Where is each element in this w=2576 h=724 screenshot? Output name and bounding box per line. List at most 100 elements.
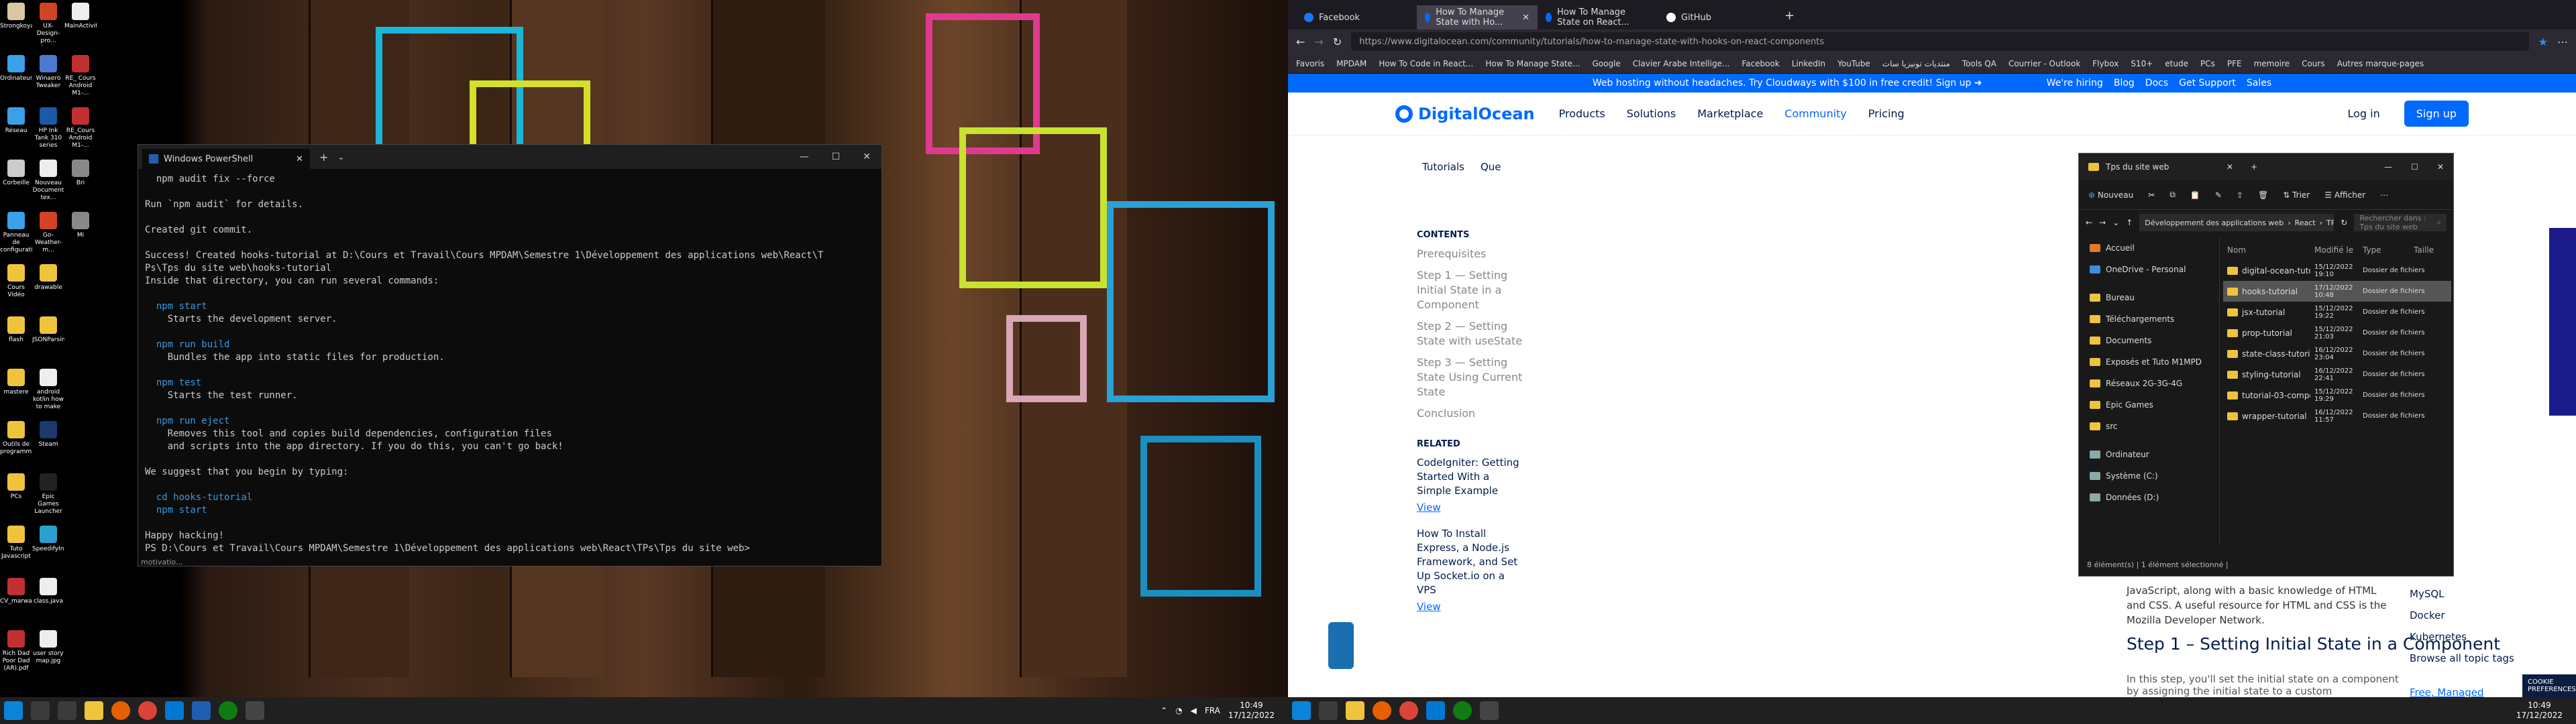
close-icon[interactable]: ✕	[863, 152, 871, 162]
sidebar-item[interactable]: Données (D:)	[2079, 487, 2219, 508]
bookmark-item[interactable]: How To Code in React...	[1379, 59, 1473, 68]
task-view-icon[interactable]	[1319, 701, 1338, 720]
promo-link[interactable]: Get Support	[2179, 78, 2236, 88]
promo-link[interactable]: Blog	[2114, 78, 2135, 88]
nav-item[interactable]: Pricing	[1868, 107, 1904, 120]
promo-text[interactable]: Web hosting without headaches. Try Cloud…	[1593, 78, 1982, 88]
view-button[interactable]: ☰ Afficher	[2324, 190, 2365, 200]
bookmark-item[interactable]: Clavier Arabe Intellige...	[1633, 59, 1730, 68]
subnav-tutorials[interactable]: Tutorials	[1422, 161, 1464, 173]
clock-right[interactable]: 10:49 17/12/2022	[2516, 701, 2576, 721]
desktop-icon[interactable]: MainActivity.java	[64, 3, 97, 30]
minimize-icon[interactable]: —	[2384, 162, 2392, 172]
close-icon[interactable]: ✕	[296, 154, 303, 164]
maximize-icon[interactable]: ☐	[832, 152, 841, 162]
close-icon[interactable]: ✕	[2226, 162, 2233, 172]
bookmark-item[interactable]: Flybox	[2092, 59, 2118, 68]
back-icon[interactable]: ←	[1296, 36, 1305, 48]
wifi-icon[interactable]: ◔	[1175, 706, 1182, 715]
desktop-icon[interactable]: SpeedifyInstall...	[32, 526, 64, 553]
sidebar-item[interactable]: Documents	[2079, 330, 2219, 351]
terminal-icon[interactable]	[1480, 701, 1499, 720]
vscode-icon[interactable]	[165, 701, 184, 720]
desktop-icon[interactable]: user story map.jpg	[32, 630, 64, 665]
bookmark-item[interactable]: memoire	[2254, 59, 2290, 68]
delete-icon[interactable]: 🗑	[2258, 190, 2268, 200]
desktop-icon[interactable]: Winaero Tweaker	[32, 55, 64, 90]
path-bar[interactable]: Développement des applications web › React…	[2139, 214, 2334, 231]
bookmark-item[interactable]: PFE	[2227, 59, 2242, 68]
file-row[interactable]: state-class-tutorial 16/12/2022 23:04 Doss…	[2223, 343, 2451, 364]
terminal-output[interactable]: npm audit fix --force Run `npm audit` fo…	[138, 169, 881, 559]
file-explorer-icon[interactable]	[85, 701, 103, 720]
powershell-taskbar-icon[interactable]	[246, 701, 264, 720]
bookmark-item[interactable]: YouTube	[1837, 59, 1870, 68]
file-explorer-icon[interactable]	[1346, 701, 1364, 720]
sidebar-item[interactable]: Accueil	[2079, 237, 2219, 259]
desktop-icon[interactable]: Tuto Javascript	[0, 526, 32, 560]
bookmark-item[interactable]: Google	[1592, 59, 1620, 68]
related-view-link[interactable]: View	[1417, 600, 1524, 614]
desktop-icon[interactable]: drawable	[32, 264, 64, 292]
desktop-icon[interactable]: Rich Dad Poor Dad (AR).pdf	[0, 630, 32, 672]
new-button[interactable]: ⊕ Nouveau	[2088, 190, 2133, 200]
file-explorer-window[interactable]: Tps du site web ✕ + — ☐ ✕ ⊕ Nouveau ✂ ⧉ …	[2078, 153, 2454, 577]
bookmark-item[interactable]: Favoris	[1296, 59, 1324, 68]
chrome-icon[interactable]	[138, 701, 157, 720]
desktop-icon[interactable]: JSONParsingE...	[32, 316, 64, 344]
desktop-icon[interactable]: Outils de programmation	[0, 421, 32, 456]
cut-icon[interactable]: ✂	[2148, 190, 2155, 200]
desktop-icon[interactable]: RE_ Cours Android M1-...	[64, 55, 97, 97]
path-segment[interactable]: TPs	[2326, 219, 2334, 227]
do-logo[interactable]: DigitalOcean	[1395, 105, 1535, 123]
sidebar-item[interactable]: Bureau	[2079, 287, 2219, 308]
xbox-icon[interactable]	[219, 701, 237, 720]
bookmark-item[interactable]: منتديات تونيزيا سات	[1882, 59, 1950, 68]
nav-item[interactable]: Solutions	[1627, 107, 1676, 120]
new-tab-icon[interactable]: +	[1784, 9, 1794, 23]
forward-icon[interactable]: →	[2099, 218, 2106, 227]
firefox-icon[interactable]	[111, 701, 130, 720]
sidebar-item[interactable]: OneDrive - Personal	[2079, 259, 2219, 280]
file-row[interactable]: styling-tutorial 16/12/2022 22:41 Dossier …	[2223, 364, 2451, 385]
desktop-icon[interactable]: HP Ink Tank 310 series	[32, 107, 64, 149]
related-title[interactable]: How To Install Express, a Node.js Framew…	[1417, 527, 1524, 597]
login-link[interactable]: Log in	[2347, 107, 2379, 120]
bookmark-item[interactable]: Courrier - Outlook	[2008, 59, 2080, 68]
windows-start-icon[interactable]	[1292, 701, 1311, 720]
desktop-icon[interactable]: Réseau	[0, 107, 32, 135]
bookmark-item[interactable]: Tools QA	[1962, 59, 1996, 68]
bookmark-item[interactable]: MPDAM	[1336, 59, 1366, 68]
share-icon[interactable]: ⇪	[2237, 190, 2243, 200]
path-segment[interactable]: React	[2295, 219, 2316, 227]
bookmark-item[interactable]: Cours	[2302, 59, 2325, 68]
desktop-icon[interactable]: Epic Games Launcher	[32, 473, 64, 516]
volume-icon[interactable]: ◀	[1191, 706, 1197, 715]
firefox-icon[interactable]	[1373, 701, 1391, 720]
file-row[interactable]: jsx-tutorial 15/12/2022 19:22 Dossier de f…	[2223, 302, 2451, 322]
file-row[interactable]: digital-ocean-tutorial 15/12/2022 19:10 Do…	[2223, 260, 2451, 281]
sidebar-item[interactable]: Exposés et Tuto M1MPD	[2079, 351, 2219, 373]
column-header[interactable]: Taille	[2410, 245, 2443, 255]
bookmark-item[interactable]: Facebook	[1741, 59, 1779, 68]
topic-tag[interactable]: Docker	[2410, 605, 2514, 626]
nav-item[interactable]: Marketplace	[1697, 107, 1763, 120]
path-segment[interactable]: Développement des applications web	[2145, 219, 2284, 227]
nav-item[interactable]: Products	[1559, 107, 1605, 120]
desktop-icon[interactable]: CV_marwa_said...	[0, 578, 32, 605]
powershell-window[interactable]: Windows PowerShell ✕ + ⌄ — ☐ ✕ npm audit…	[138, 144, 882, 566]
desktop-icon[interactable]: Nouveau Document tex...	[32, 160, 64, 202]
extensions-icon[interactable]: ⋯	[2557, 36, 2568, 48]
toc-item[interactable]: Prerequisites	[1417, 247, 1524, 261]
back-icon[interactable]: ←	[2086, 218, 2092, 227]
subnav-questions[interactable]: Que	[1481, 161, 1501, 173]
more-icon[interactable]: ⋯	[2380, 190, 2388, 200]
new-tab-icon[interactable]: +	[319, 151, 328, 164]
maximize-icon[interactable]: ☐	[2411, 162, 2418, 172]
sidebar-item[interactable]: Système (C:)	[2079, 465, 2219, 487]
browser-tab[interactable]: GitHub	[1658, 5, 1779, 29]
chevron-up-icon[interactable]: ⌃	[1161, 706, 1167, 715]
promo-link[interactable]: Sales	[2247, 78, 2271, 88]
windows-start-icon[interactable]	[4, 701, 23, 720]
language-indicator[interactable]: FRA	[1205, 706, 1220, 715]
